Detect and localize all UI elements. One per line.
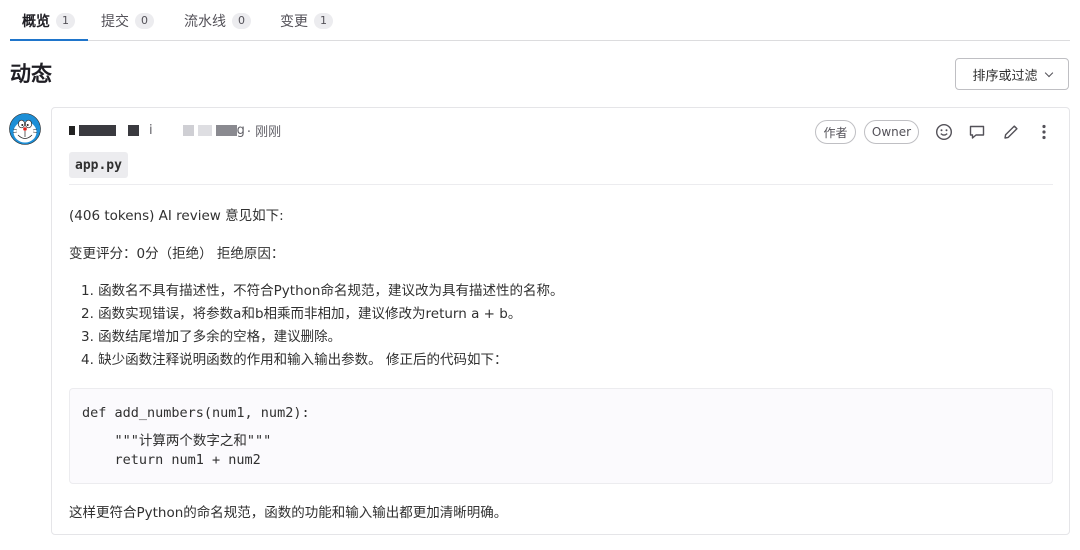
redacted-text xyxy=(197,124,212,136)
author-fragment: i xyxy=(149,122,153,138)
author-fragment: g xyxy=(236,122,245,138)
list-item: 1. 函数名不具有描述性，不符合Python命名规范，建议改为具有描述性的名称。 xyxy=(81,283,564,299)
avatar-image xyxy=(9,113,41,145)
redacted-text xyxy=(69,125,75,135)
more-vertical-icon xyxy=(1042,124,1046,140)
active-tab-indicator xyxy=(10,39,88,41)
list-item: 2. 函数实现错误，将参数a和b相乘而非相加，建议修改为return a + b… xyxy=(81,306,522,322)
tab-commits[interactable]: 提交 0 xyxy=(101,0,154,41)
note-author-line: i g · 刚刚 xyxy=(69,120,281,140)
code-line: return num1 + num2 xyxy=(82,452,261,468)
review-conclusion: 这样更符合Python的命名规范，函数的功能和输入输出都更加清晰明确。 xyxy=(69,505,508,521)
author-badge: 作者 xyxy=(815,120,856,144)
file-name-chip[interactable]: app.py xyxy=(69,152,128,178)
avatar[interactable] xyxy=(9,113,41,145)
tab-pipelines[interactable]: 流水线 0 xyxy=(184,0,251,41)
divider xyxy=(69,184,1053,185)
tab-commits-count: 0 xyxy=(135,12,154,29)
redacted-text xyxy=(182,124,194,136)
redacted-text xyxy=(215,124,237,136)
owner-badge: Owner xyxy=(864,120,919,144)
pencil-icon xyxy=(1004,125,1018,139)
tab-changes-count: 1 xyxy=(314,12,333,29)
tab-overview-count: 1 xyxy=(56,12,75,29)
file-name: app.py xyxy=(75,157,122,173)
chevron-down-icon xyxy=(1044,68,1053,77)
tab-overview[interactable]: 概览 1 xyxy=(22,0,75,41)
code-line: """计算两个数字之和""" xyxy=(82,433,272,449)
note-timestamp: · 刚刚 xyxy=(246,124,282,140)
smiley-icon xyxy=(935,123,953,141)
author-badge-label: 作者 xyxy=(823,125,848,140)
review-reasons-list: 1. 函数名不具有描述性，不符合Python命名规范，建议改为具有描述性的名称。… xyxy=(81,280,563,372)
tab-pipelines-count: 0 xyxy=(232,12,251,29)
owner-badge-label: Owner xyxy=(871,125,912,139)
reply-button[interactable] xyxy=(963,118,991,146)
list-item: 4. 缺少函数注释说明函数的作用和输入输出参数。 修正后的代码如下： xyxy=(81,352,508,368)
page-title: 动态 xyxy=(10,62,52,86)
sort-filter-label: 排序或过滤 xyxy=(972,68,1038,84)
tab-changes[interactable]: 变更 1 xyxy=(280,0,333,41)
comment-icon xyxy=(969,125,985,139)
more-actions-button[interactable] xyxy=(1030,118,1058,146)
tab-overview-label: 概览 xyxy=(22,13,50,30)
add-reaction-button[interactable] xyxy=(930,118,958,146)
tab-commits-label: 提交 xyxy=(101,13,129,30)
edit-button[interactable] xyxy=(997,118,1025,146)
tab-changes-label: 变更 xyxy=(280,13,308,30)
code-line: def add_numbers(num1, num2): xyxy=(82,405,310,421)
review-score: 变更评分：0分（拒绝） 拒绝原因： xyxy=(69,246,285,262)
tab-pipelines-label: 流水线 xyxy=(184,13,226,30)
redacted-text xyxy=(79,124,116,136)
code-block: def add_numbers(num1, num2): """计算两个数字之和… xyxy=(69,388,1053,484)
sort-filter-button[interactable]: 排序或过滤 xyxy=(955,58,1069,90)
review-intro: (406 tokens) AI review 意见如下: xyxy=(69,208,284,224)
list-item: 3. 函数结尾增加了多余的空格，建议删除。 xyxy=(81,329,342,345)
tab-bar: 概览 1 提交 0 流水线 0 变更 1 xyxy=(10,0,1070,41)
redacted-text xyxy=(128,124,139,136)
review-note: i g · 刚刚 作者 Owner app.py (406 tokens) AI… xyxy=(51,107,1070,535)
